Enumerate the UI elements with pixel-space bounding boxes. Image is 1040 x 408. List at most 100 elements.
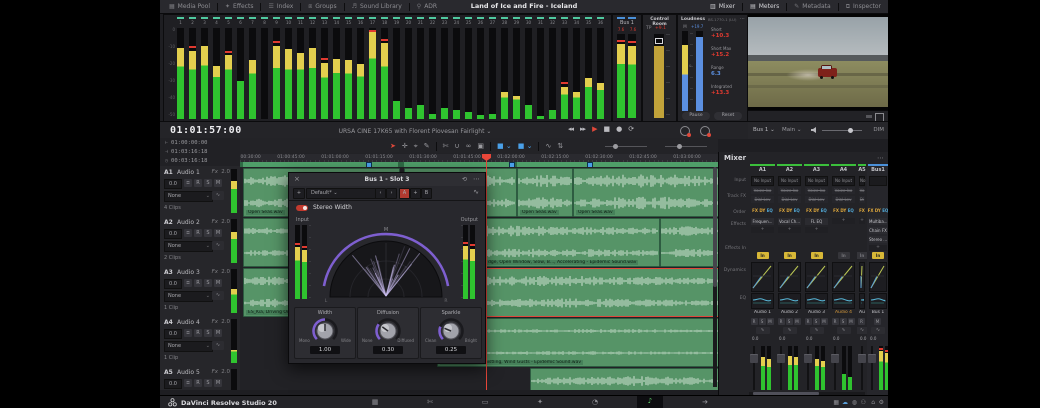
track-header-A4[interactable]: A4Audio 4Fx2.00.0⚿RSMNone⌄∿1 Clip bbox=[160, 316, 240, 367]
fader-track[interactable] bbox=[861, 346, 863, 390]
track-m-button[interactable]: M bbox=[214, 279, 222, 287]
track-m-button[interactable]: M bbox=[214, 179, 222, 187]
strip-s-button[interactable]: S bbox=[840, 318, 847, 325]
system-icon-cloud[interactable]: ☁ bbox=[842, 396, 848, 408]
strip-effects-in-badge[interactable]: In bbox=[872, 252, 884, 259]
fader-handle[interactable] bbox=[868, 354, 876, 363]
ab-compare-a-button[interactable]: A bbox=[399, 188, 410, 199]
mixer-strip-A2[interactable]: A2No InputVoice IsoDial LevFX DY EQ Voca… bbox=[776, 164, 804, 395]
more-menu-icon[interactable]: ⋯ bbox=[740, 16, 745, 22]
strip-input[interactable]: No Input bbox=[778, 176, 801, 186]
track-bus-dropdown[interactable]: None⌄ bbox=[164, 291, 213, 302]
next-preset-button[interactable]: › bbox=[386, 188, 397, 199]
loop-button[interactable]: ⟳ bbox=[628, 125, 633, 133]
automation-curve-button[interactable]: ∿ bbox=[212, 341, 224, 350]
strip-s-button[interactable]: S bbox=[786, 318, 793, 325]
toolbar-button-inspector[interactable]: ⧉Inspector bbox=[841, 0, 886, 13]
track-header-A2[interactable]: A2Audio 2Fx2.00.0⚿RSMNone⌄∿2 Clips bbox=[160, 216, 240, 267]
strip-effect-chip[interactable]: Stereo ... bbox=[869, 236, 887, 243]
zoom-stepper[interactable]: ⇅ bbox=[557, 142, 563, 150]
strip-eq-graph[interactable] bbox=[832, 293, 855, 309]
preset-dropdown[interactable]: Default* ⌄ bbox=[306, 188, 376, 199]
track-r-button[interactable]: R bbox=[194, 279, 202, 287]
page-button-fairlight[interactable]: ♪ bbox=[637, 396, 663, 408]
strip-trackfx-chip[interactable]: Voice Iso bbox=[778, 187, 801, 194]
knob-diffusion[interactable]: DiffusionNoneDiffused0.30 bbox=[357, 307, 419, 359]
ab-copy-button[interactable]: + bbox=[410, 188, 421, 199]
track-s-button[interactable]: S bbox=[204, 329, 212, 337]
razor-tool[interactable]: ✄ bbox=[443, 142, 449, 150]
track-s-button[interactable]: S bbox=[204, 179, 212, 187]
plugin-bypass-toggle[interactable] bbox=[296, 205, 308, 211]
plugin-window[interactable]: × Bus 1 - Slot 3 ⟲ ⋯ +Default* ⌄‹›A+B∿ S… bbox=[288, 172, 486, 364]
strip-eq-graph[interactable] bbox=[859, 293, 865, 309]
strip-r-button[interactable]: R bbox=[778, 318, 785, 325]
track-bus-dropdown[interactable]: None⌄ bbox=[164, 241, 213, 252]
waveform-zoom-icon[interactable]: ∿ bbox=[545, 142, 551, 150]
slider-thumb[interactable] bbox=[848, 128, 853, 133]
strip-trackfx-chip[interactable]: Vo bbox=[859, 187, 865, 194]
page-button-edit[interactable]: ▭ bbox=[472, 396, 498, 408]
strip-gain-value[interactable]: 0.0 bbox=[833, 336, 839, 341]
mixer-strip-A3[interactable]: A3No InputVoice IsoDial LevFX DY EQ FL E… bbox=[803, 164, 831, 395]
knob-sparkle[interactable]: SparkleCleanBright0.25 bbox=[420, 307, 482, 359]
strip-order[interactable]: FX DY EQ bbox=[867, 208, 888, 213]
strip-m-button[interactable]: M bbox=[767, 318, 774, 325]
prev-preset-button[interactable]: ‹ bbox=[375, 188, 386, 199]
strip-pan-control[interactable]: ∿ bbox=[871, 327, 885, 334]
fader-handle[interactable] bbox=[831, 354, 839, 363]
toolbar-button-adr[interactable]: ⚲ADR bbox=[412, 0, 442, 13]
toolbar-button-sound-library[interactable]: ♬Sound Library bbox=[347, 0, 407, 13]
strip-gain-value[interactable]: 0.0 bbox=[779, 336, 785, 341]
audio-clip[interactable] bbox=[660, 218, 718, 267]
system-icon-home[interactable]: ⌂ bbox=[871, 396, 875, 408]
strip-s-button[interactable]: S bbox=[759, 318, 766, 325]
mixer-strip-A4[interactable]: A4No InputVoice IsoDial LevFX DY EQ +InA… bbox=[830, 164, 858, 395]
automation-toggle-icon[interactable] bbox=[680, 126, 690, 136]
link-tool[interactable]: ∞ bbox=[466, 142, 472, 150]
strip-eq-graph[interactable] bbox=[805, 293, 828, 309]
zoom-vertical-slider[interactable] bbox=[665, 146, 707, 147]
toolbar-button-mixer[interactable]: ▥Mixer bbox=[705, 0, 740, 13]
fader-track[interactable] bbox=[780, 346, 782, 390]
track-m-button[interactable]: M bbox=[214, 379, 222, 387]
automation-settings-icon[interactable] bbox=[700, 126, 710, 136]
monitor-output-select[interactable]: Main ⌄ bbox=[782, 127, 802, 133]
track-bus-dropdown[interactable]: None⌄ bbox=[164, 341, 213, 352]
strip-add-effect-button[interactable]: + bbox=[778, 227, 801, 233]
strip-trackfx-chip[interactable]: Dial Lev bbox=[805, 196, 828, 203]
strip-m-button[interactable]: M bbox=[821, 318, 828, 325]
track-gain-value[interactable]: 0.0 bbox=[164, 379, 182, 389]
volume-slider[interactable] bbox=[822, 130, 862, 131]
plugin-titlebar[interactable]: × Bus 1 - Slot 3 ⟲ ⋯ bbox=[289, 173, 485, 187]
knob-width[interactable]: WidthMonoWide1.00 bbox=[294, 307, 356, 359]
strip-dynamics-graph[interactable] bbox=[869, 262, 887, 292]
track-s-button[interactable]: S bbox=[204, 229, 212, 237]
flag-tool[interactable]: ▣ bbox=[477, 142, 484, 150]
mixer-strip-Bus1[interactable]: Bus1FX DY EQ Multiba...Chain FXStereo ..… bbox=[867, 164, 888, 395]
strip-m-button[interactable]: M bbox=[848, 318, 855, 325]
track-r-button[interactable]: R bbox=[194, 379, 202, 387]
system-icon-remote[interactable]: ◍ bbox=[852, 396, 857, 408]
toolbar-button-media-pool[interactable]: ▦Media Pool bbox=[164, 0, 215, 13]
strip-effect-chip[interactable]: Vocal Ch... bbox=[778, 218, 801, 225]
strip-input[interactable]: No Input bbox=[751, 176, 774, 186]
strip-pan-control[interactable]: ∿ bbox=[837, 327, 851, 334]
track-s-button[interactable]: S bbox=[204, 279, 212, 287]
strip-dynamics-graph[interactable] bbox=[859, 262, 865, 292]
track-bus-dropdown[interactable]: None⌄ bbox=[164, 191, 213, 202]
edit-tool[interactable]: ✎ bbox=[424, 142, 430, 150]
strip-trackfx-chip[interactable]: Di bbox=[859, 196, 865, 203]
strip-trackfx-chip[interactable]: Dial Lev bbox=[778, 196, 801, 203]
track-r-button[interactable]: R bbox=[194, 329, 202, 337]
strip-eq-graph[interactable] bbox=[869, 293, 887, 309]
page-button-color[interactable]: ◔ bbox=[582, 396, 608, 408]
track-gain-value[interactable]: 0.0 bbox=[164, 279, 182, 289]
strip-input[interactable]: No bbox=[859, 176, 865, 186]
toolbar-button-metadata[interactable]: ✎Metadata bbox=[789, 0, 835, 13]
strip-effects-in-badge[interactable]: In bbox=[811, 252, 823, 259]
record-button[interactable]: ● bbox=[616, 125, 621, 133]
scrollbar-thumb[interactable] bbox=[713, 167, 717, 287]
strip-s-button[interactable]: S bbox=[813, 318, 820, 325]
track-header-A5[interactable]: A5Audio 5Fx2.00.0⚿RSMNone⌄∿ bbox=[160, 366, 240, 390]
